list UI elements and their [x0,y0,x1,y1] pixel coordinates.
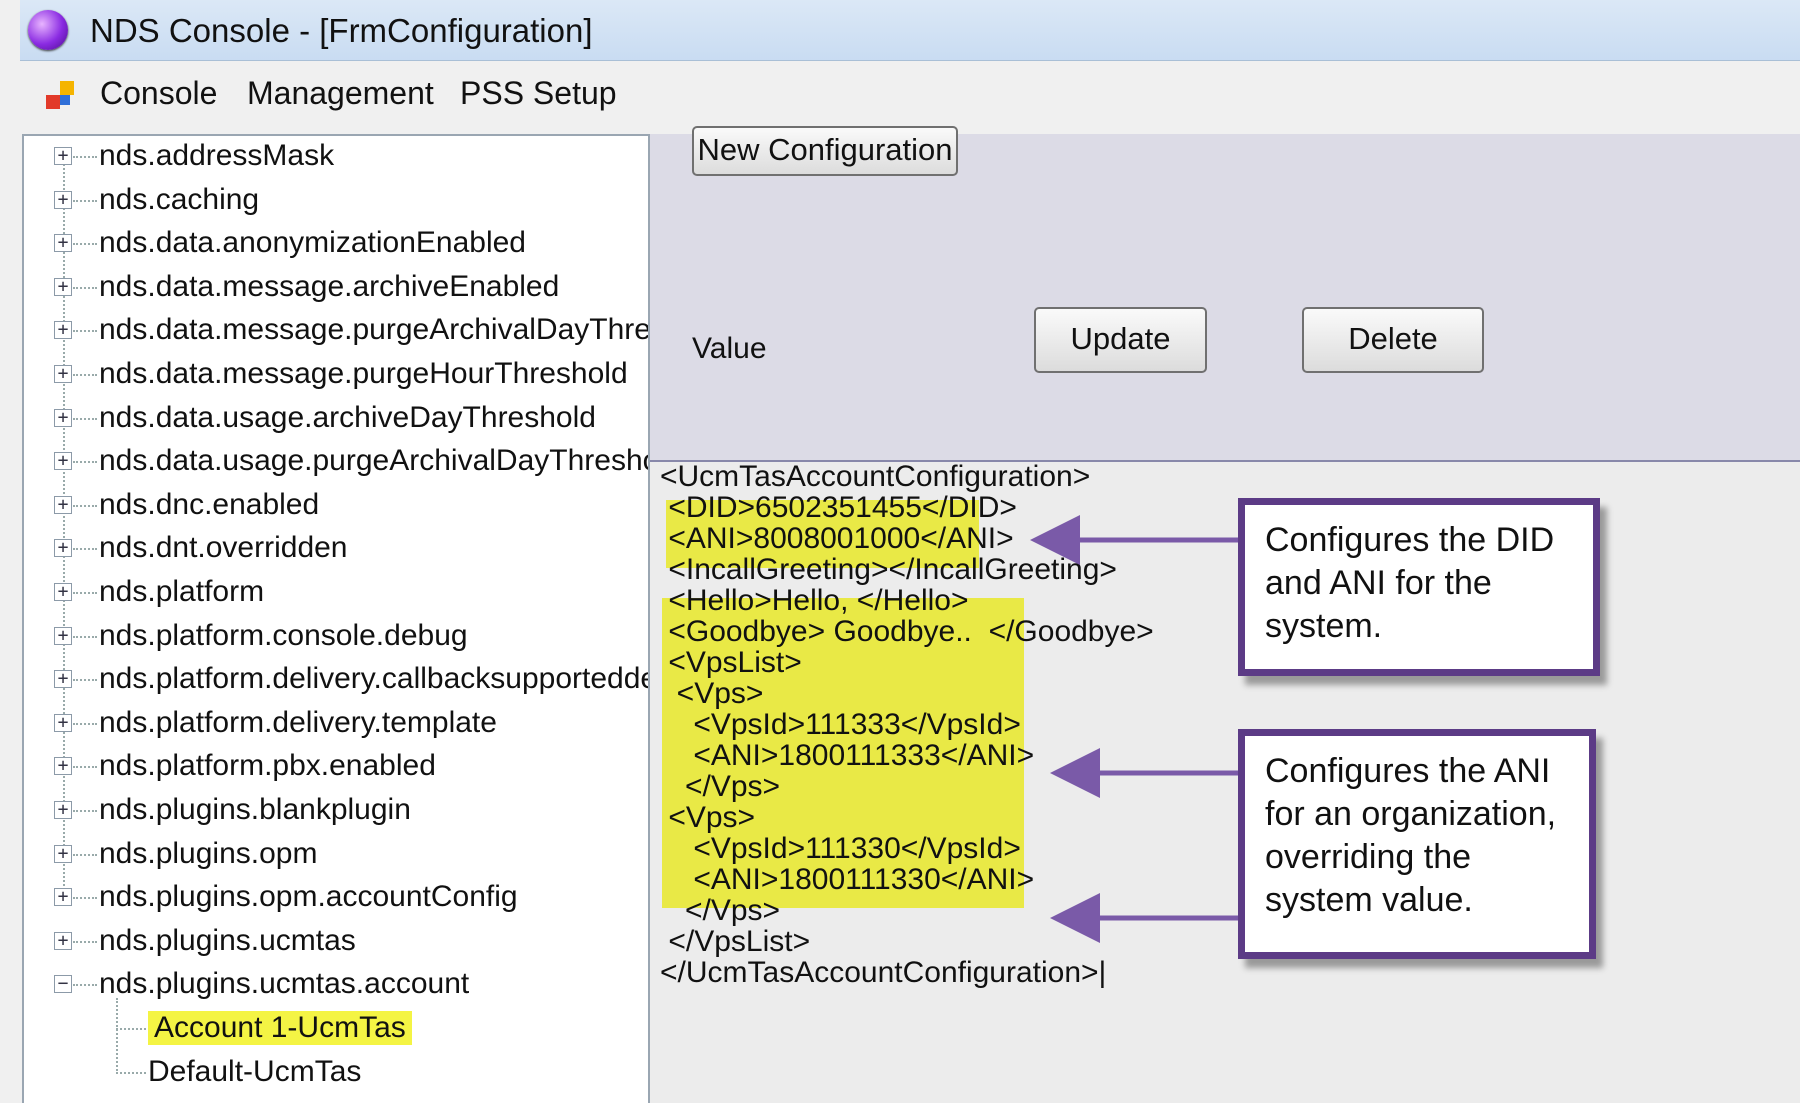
app-window: NDS Console - [FrmConfiguration] Console… [0,0,1800,1103]
callout-organization-ani: Configures the ANI for an organization, … [1238,729,1596,959]
callout-system-did-ani: Configures the DID and ANI for the syste… [1238,498,1600,676]
